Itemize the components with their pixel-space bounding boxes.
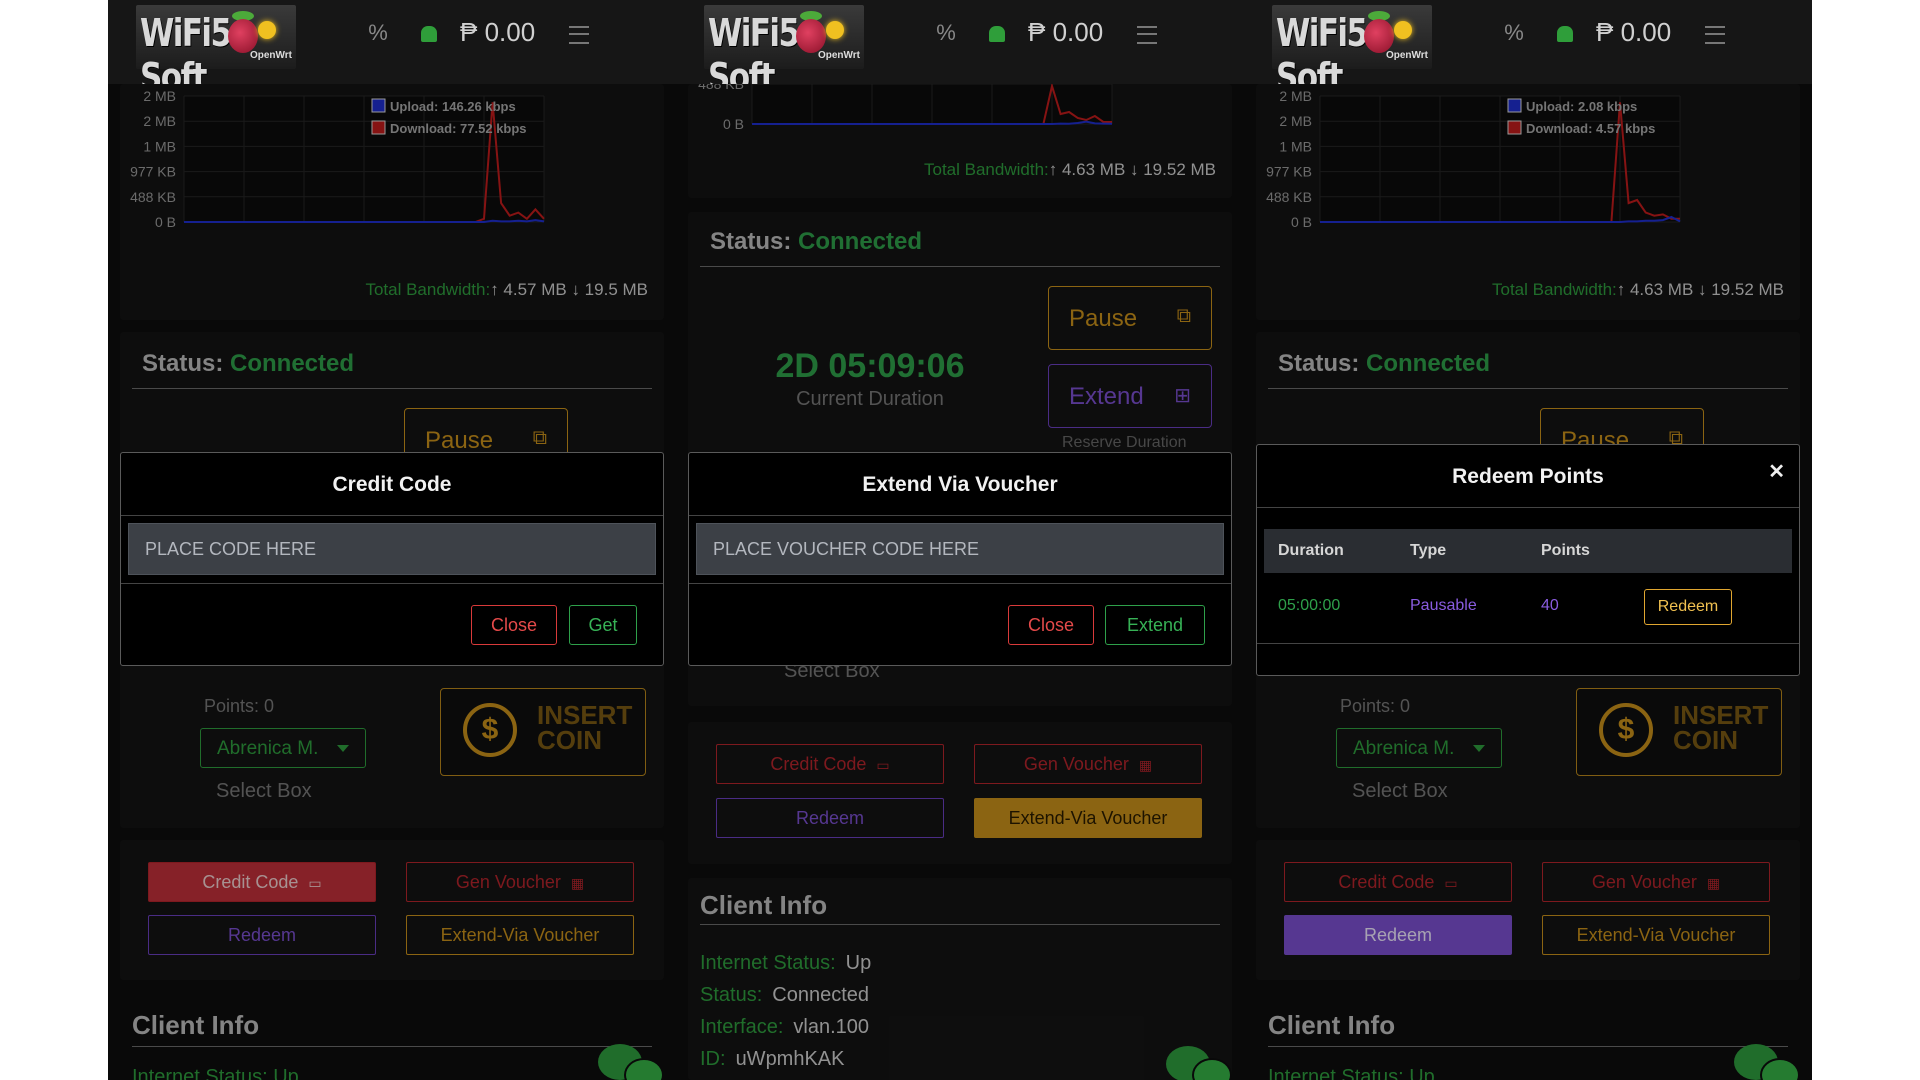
menu-icon[interactable] <box>563 18 593 48</box>
panel-extend-voucher: WiFi5 Soft OpenWrt % ₱ 0.00 488 KB 0 B To… <box>676 0 1244 1080</box>
logo-subtitle: OpenWrt <box>249 50 292 61</box>
menu-icon[interactable] <box>1699 18 1729 48</box>
redeem-points-modal: Redeem Points ✕ Duration Type Points 05:… <box>1256 444 1800 676</box>
divider <box>121 583 663 584</box>
column-header: Points <box>1541 542 1590 559</box>
sun-icon <box>826 21 844 39</box>
modal-title: Credit Code <box>332 473 452 496</box>
row-points: 40 <box>1541 597 1559 614</box>
balance: ₱ 0.00 <box>1596 17 1672 47</box>
raspberry-icon <box>228 19 258 53</box>
row-duration: 05:00:00 <box>1278 597 1341 614</box>
get-button[interactable]: Get <box>569 605 637 645</box>
column-header: Type <box>1410 542 1447 559</box>
percent-icon[interactable]: % <box>931 18 961 48</box>
logo-subtitle: OpenWrt <box>1385 50 1428 61</box>
menu-icon[interactable] <box>1131 18 1161 48</box>
column-header: Duration <box>1278 542 1344 559</box>
logo-subtitle: OpenWrt <box>817 50 860 61</box>
close-button[interactable]: Close <box>1008 605 1094 645</box>
logo[interactable]: WiFi5 Soft OpenWrt <box>1272 5 1432 99</box>
sun-icon <box>1394 21 1412 39</box>
divider <box>1257 643 1799 644</box>
percent-icon[interactable]: % <box>363 18 393 48</box>
divider <box>121 515 663 516</box>
app-stage: WiFi5 Soft OpenWrt % ₱ 0.00 2 MB 2 MB 1 MB… <box>108 0 1812 1080</box>
header: WiFi5 Soft OpenWrt % ₱ 0.00 <box>676 0 1244 99</box>
divider <box>1257 507 1799 508</box>
row-type: Pausable <box>1410 597 1477 614</box>
android-icon[interactable] <box>1549 18 1579 48</box>
panel-redeem-points: WiFi5 Soft OpenWrt % ₱ 0.00 2 MB 2 MB 1 MB… <box>1244 0 1812 1080</box>
code-input[interactable] <box>128 523 656 575</box>
android-icon[interactable] <box>413 18 443 48</box>
extend-confirm-button[interactable]: Extend <box>1105 605 1205 645</box>
sun-icon <box>258 21 276 39</box>
row-redeem-button[interactable]: Redeem <box>1644 589 1732 625</box>
panel-credit-code: WiFi5 Soft OpenWrt % ₱ 0.00 2 MB 2 MB 1 MB… <box>108 0 676 1080</box>
android-icon[interactable] <box>981 18 1011 48</box>
table-header: Duration Type Points <box>1264 529 1792 573</box>
logo[interactable]: WiFi5 Soft OpenWrt <box>704 5 864 99</box>
balance: ₱ 0.00 <box>1028 17 1104 47</box>
header: WiFi5 Soft OpenWrt % ₱ 0.00 <box>108 0 676 99</box>
raspberry-icon <box>796 19 826 53</box>
header: WiFi5 Soft OpenWrt % ₱ 0.00 <box>1244 0 1812 99</box>
extend-voucher-modal: Extend Via Voucher Close Extend <box>688 452 1232 666</box>
divider <box>689 583 1231 584</box>
close-icon[interactable]: ✕ <box>1768 459 1785 484</box>
voucher-code-input[interactable] <box>696 523 1224 575</box>
raspberry-icon <box>1364 19 1394 53</box>
close-button[interactable]: Close <box>471 605 557 645</box>
percent-icon[interactable]: % <box>1499 18 1529 48</box>
divider <box>689 515 1231 516</box>
credit-code-modal: Credit Code Close Get <box>120 452 664 666</box>
modal-title: Extend Via Voucher <box>862 473 1058 496</box>
balance: ₱ 0.00 <box>460 17 536 47</box>
modal-title: Redeem Points <box>1452 465 1604 488</box>
logo[interactable]: WiFi5 Soft OpenWrt <box>136 5 296 99</box>
